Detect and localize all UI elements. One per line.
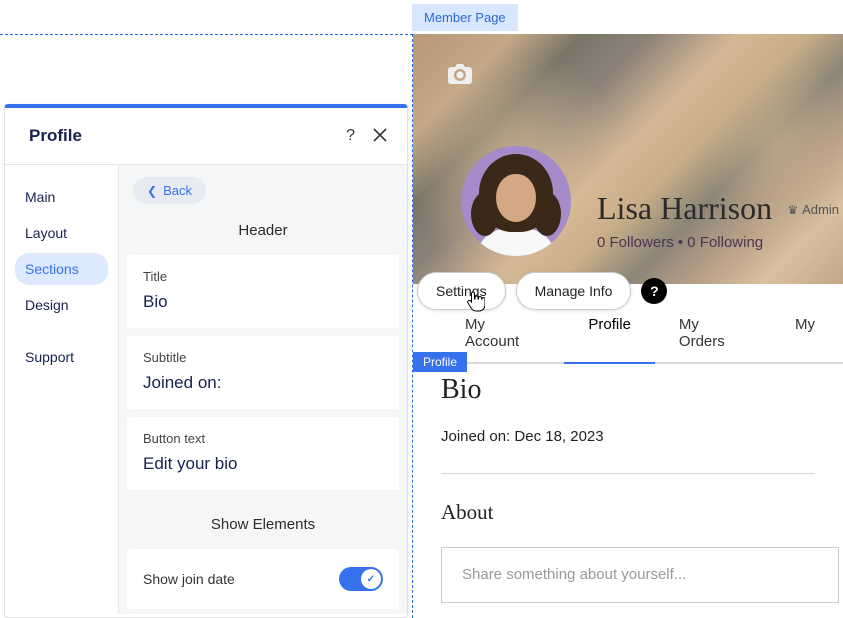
field-label: Subtitle (143, 350, 383, 365)
sidebar-item-support[interactable]: Support (15, 341, 108, 373)
tab-my-orders[interactable]: My Orders (655, 306, 771, 362)
camera-icon[interactable] (447, 64, 473, 84)
crown-icon: ♛ (787, 203, 798, 217)
field-value: Bio (143, 292, 383, 312)
chevron-left-icon: ❮ (147, 184, 157, 198)
field-value: Edit your bio (143, 454, 383, 474)
profile-tabs: My Account Profile My Orders My (413, 306, 843, 364)
settings-button[interactable]: Settings (417, 272, 506, 310)
help-round-icon[interactable]: ? (641, 278, 667, 304)
sidebar-item-sections[interactable]: Sections (15, 253, 108, 285)
field-label: Button text (143, 431, 383, 446)
toggle-label: Show join date (143, 571, 235, 587)
member-page-preview: Lisa Harrison ♛ Admin 0 Followers • 0 Fo… (412, 34, 843, 618)
tab-my-truncated[interactable]: My (771, 306, 815, 362)
profile-section-tag: Profile (413, 352, 467, 372)
tab-profile[interactable]: Profile (564, 306, 655, 362)
toggle-show-join-date[interactable]: ✓ (339, 567, 383, 591)
toggle-show-join-date-row: Show join date ✓ (127, 549, 399, 609)
back-label: Back (163, 183, 192, 198)
section-heading-show-elements: Show Elements (119, 498, 407, 549)
divider (441, 473, 815, 474)
bio-heading: Bio (441, 374, 843, 406)
field-subtitle[interactable]: Subtitle Joined on: (127, 336, 399, 409)
profile-name: Lisa Harrison (597, 190, 772, 227)
sidebar-item-main[interactable]: Main (15, 181, 108, 213)
field-label: Title (143, 269, 383, 284)
followers-following[interactable]: 0 Followers • 0 Following (597, 234, 763, 251)
close-icon[interactable] (373, 128, 387, 145)
back-button[interactable]: ❮ Back (133, 177, 206, 204)
profile-settings-panel: Profile ? Main Layout Sections Design Su… (4, 104, 408, 618)
field-title[interactable]: Title Bio (127, 255, 399, 328)
member-page-tag: Member Page (412, 4, 518, 31)
joined-date: Joined on: Dec 18, 2023 (441, 428, 843, 445)
manage-info-button[interactable]: Manage Info (516, 272, 632, 310)
check-icon: ✓ (367, 574, 375, 585)
panel-title: Profile (29, 126, 82, 146)
field-button-text[interactable]: Button text Edit your bio (127, 417, 399, 490)
sidebar-item-design[interactable]: Design (15, 289, 108, 321)
section-heading-header: Header (119, 204, 407, 255)
field-value: Joined on: (143, 373, 383, 393)
avatar[interactable] (461, 146, 571, 256)
sidebar-item-layout[interactable]: Layout (15, 217, 108, 249)
help-icon[interactable]: ? (346, 127, 355, 145)
cover-image: Lisa Harrison ♛ Admin 0 Followers • 0 Fo… (413, 34, 843, 284)
admin-badge: ♛ Admin (787, 202, 839, 217)
about-textarea[interactable]: Share something about yourself... (441, 547, 839, 603)
about-heading: About (441, 500, 843, 525)
settings-sidebar: Main Layout Sections Design Support (5, 165, 119, 614)
